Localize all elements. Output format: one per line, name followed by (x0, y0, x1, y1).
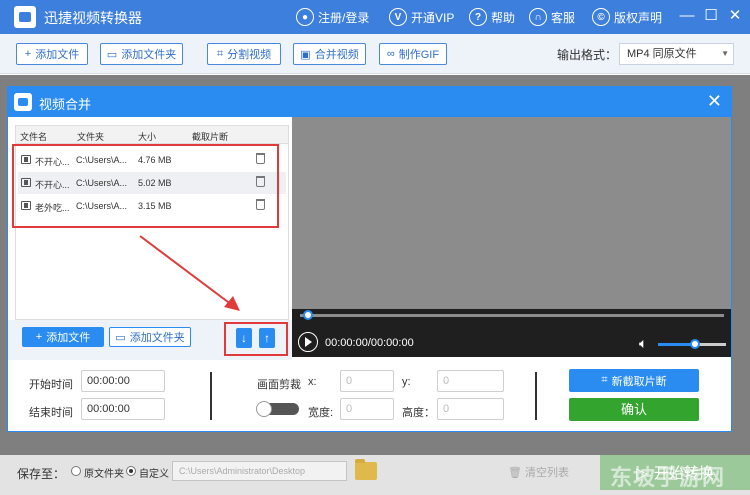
add-file-label: 添加文件 (35, 49, 80, 61)
browse-folder-icon[interactable] (355, 459, 377, 480)
help-icon: ? (469, 8, 487, 26)
add-file-button[interactable]: + 添加文件 (16, 43, 88, 65)
width-label: 宽度: (308, 407, 334, 419)
output-format-select[interactable]: MP4 同原文件 (619, 43, 734, 65)
user-icon: ● (296, 8, 314, 26)
output-format-label: 输出格式： (557, 48, 618, 62)
dialog-logo-icon (14, 93, 32, 111)
dialog-close-icon[interactable]: ✕ (707, 91, 722, 111)
progress-handle[interactable] (303, 310, 313, 320)
maximize-button[interactable]: ☐ (701, 6, 721, 26)
copyright-link[interactable]: © 版权声明 (592, 7, 662, 27)
crop-height-input[interactable]: 0 (437, 398, 504, 420)
clear-list-label: 清空列表 (525, 467, 570, 479)
close-button[interactable]: ✕ (725, 6, 745, 26)
divider (210, 372, 212, 420)
player-controls: 00:00:00/00:00:00 🔈︎ (292, 309, 731, 357)
vip-link[interactable]: V 开通VIP (389, 7, 454, 27)
annotation-box-files (12, 144, 279, 228)
crop-y-input[interactable]: 0 (437, 370, 504, 392)
time-display: 00:00:00/00:00:00 (325, 337, 414, 349)
crop-width-input[interactable]: 0 (340, 398, 394, 420)
end-time-input[interactable]: 00:00:00 (81, 398, 165, 420)
video-preview (292, 117, 731, 309)
help-label: 帮助 (491, 10, 516, 25)
end-time-label: 结束时间 (29, 407, 73, 419)
new-clip-button[interactable]: ⌗ 新截取片断 (569, 369, 699, 392)
crop-x-input[interactable]: 0 (340, 370, 394, 392)
start-time-input[interactable]: 00:00:00 (81, 370, 165, 392)
title-bar: 迅捷视频转换器 ● 注册/登录 V 开通VIP ? 帮助 ∩ 客服 © 版权声明… (0, 0, 750, 34)
vip-label: 开通VIP (411, 10, 455, 25)
app-title: 迅捷视频转换器 (44, 10, 142, 26)
dialog-title: 视频合并 (39, 97, 92, 112)
merge-video-label: 合并视频 (314, 49, 359, 61)
app-logo-icon (14, 6, 36, 28)
make-gif-button[interactable]: ∞ 制作GIF (379, 43, 447, 65)
clear-list-button[interactable]: 🗑︎ 清空列表 (508, 464, 569, 480)
volume-icon[interactable]: 🔈︎ (639, 335, 647, 352)
watermark: 东坡手游网 (610, 465, 726, 490)
service-label: 客服 (551, 10, 576, 25)
split-video-label: 分割视频 (227, 49, 272, 61)
radio-original-folder[interactable] (71, 466, 81, 476)
file-list-header: 文件名 文件夹 大小 截取片断 (16, 126, 288, 144)
merge-video-button[interactable]: ▣ 合并视频 (293, 43, 366, 65)
crop-icon: ⌗ (601, 374, 608, 386)
login-link[interactable]: ● 注册/登录 (296, 7, 369, 27)
dialog-add-file-label: 添加文件 (46, 332, 91, 344)
col-size: 大小 (138, 132, 157, 142)
plus-icon: + (35, 331, 43, 343)
minimize-button[interactable]: — (677, 6, 697, 26)
crop-label: 画面剪裁 (257, 379, 301, 391)
progress-bar[interactable] (300, 310, 724, 320)
crop-toggle[interactable] (256, 401, 299, 417)
headset-icon: ∩ (529, 8, 547, 26)
radio-custom[interactable] (126, 466, 136, 476)
save-to-label: 保存至： (17, 467, 66, 481)
add-folder-label: 添加文件夹 (121, 49, 177, 61)
col-filename: 文件名 (20, 132, 48, 142)
plus-icon: + (24, 48, 32, 60)
folder-icon: ▭ (115, 331, 126, 344)
x-label: x: (308, 376, 317, 388)
main-toolbar: + 添加文件 ▭ 添加文件夹 ⌗ 分割视频 ▣ 合并视频 ∞ 制作GIF 输出格… (0, 34, 750, 74)
height-label: 高度： (402, 407, 435, 419)
link-icon: ∞ (386, 48, 395, 60)
annotation-box-order (224, 322, 288, 356)
split-video-button[interactable]: ⌗ 分割视频 (207, 43, 281, 65)
volume-slider[interactable] (658, 339, 726, 349)
login-label: 注册/登录 (318, 10, 370, 25)
crop-icon: ⌗ (216, 47, 224, 60)
output-format-value: MP4 同原文件 (627, 48, 697, 60)
play-button[interactable] (298, 332, 318, 352)
volume-handle[interactable] (690, 339, 701, 349)
trash-icon: 🗑︎ (508, 467, 522, 479)
help-link[interactable]: ? 帮助 (469, 7, 515, 27)
vip-icon: V (389, 8, 407, 26)
col-clip: 截取片断 (192, 132, 229, 142)
start-time-label: 开始时间 (29, 379, 73, 391)
save-path-input[interactable]: C:\Users\Administrator\Desktop (172, 461, 347, 481)
dialog-add-folder-label: 添加文件夹 (129, 332, 185, 344)
original-folder-label: 原文件夹 (84, 469, 124, 480)
make-gif-label: 制作GIF (398, 49, 440, 61)
dialog-add-folder-button[interactable]: ▭ 添加文件夹 (109, 327, 191, 347)
service-link[interactable]: ∩ 客服 (529, 7, 575, 27)
y-label: y: (402, 376, 411, 388)
divider (535, 372, 537, 420)
dialog-header: 视频合并 ✕ (8, 87, 731, 117)
new-clip-label: 新截取片断 (611, 375, 667, 388)
dialog-add-file-button[interactable]: + 添加文件 (22, 327, 104, 347)
add-folder-button[interactable]: ▭ 添加文件夹 (100, 43, 183, 65)
col-folder: 文件夹 (77, 132, 105, 142)
copyright-icon: © (592, 8, 610, 26)
confirm-button[interactable]: 确认 (569, 398, 699, 421)
folder-icon: ▭ (106, 48, 118, 61)
custom-label: 自定义 (139, 469, 169, 480)
copyright-label: 版权声明 (614, 10, 663, 25)
merge-icon: ▣ (300, 48, 311, 61)
